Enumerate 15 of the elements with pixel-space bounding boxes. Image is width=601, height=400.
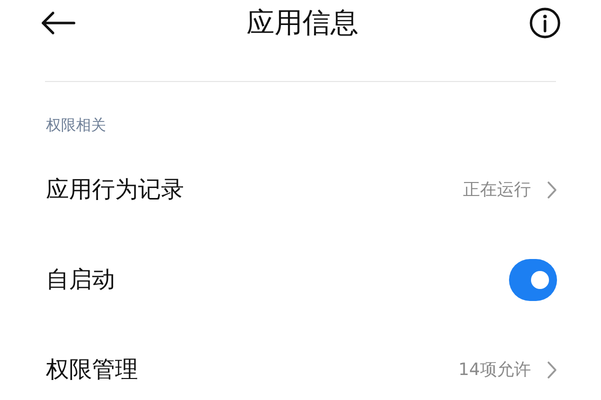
row-label: 权限管理 [46,358,138,382]
row-value: 正在运行 [463,182,531,198]
settings-row[interactable]: 自启动 [0,235,601,325]
settings-row[interactable]: 权限管理 14项允许 [0,325,601,400]
section-label: 权限相关 [46,118,107,133]
settings-row[interactable]: 应用行为记录 正在运行 [0,145,601,235]
row-label: 自启动 [46,268,115,292]
page-title: 应用信息 [246,9,358,37]
chevron-icon [547,361,557,379]
toggle-switch[interactable] [509,259,557,301]
chevron-icon [547,181,557,199]
row-value: 14项允许 [458,362,531,378]
info-icon[interactable] [529,7,561,39]
row-label: 应用行为记录 [46,178,184,202]
back-icon[interactable] [40,11,76,35]
